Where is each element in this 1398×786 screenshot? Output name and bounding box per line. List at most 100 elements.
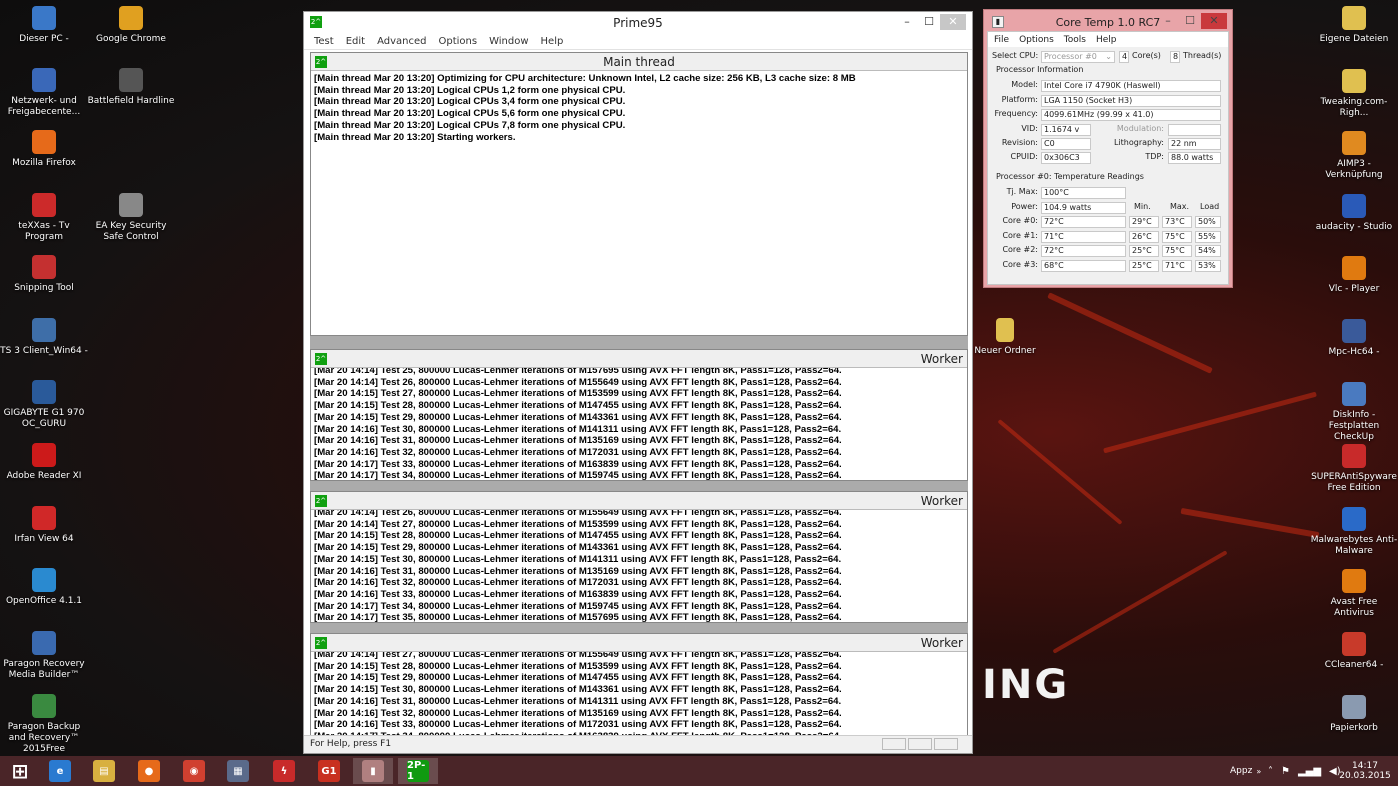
log-line: [Mar 20 14:15] Test 30, 800000 Lucas-Leh… [314,553,842,565]
menu-help[interactable]: Help [1096,35,1117,45]
desktop-icon[interactable]: Vlc - Player [1310,256,1398,295]
log-line: [Mar 20 14:16] Test 31, 800000 Lucas-Leh… [314,695,842,707]
platform-value: LGA 1150 (Socket H3) [1041,95,1221,107]
desktop-icon[interactable]: Paragon Backup and Recovery™ 2015Free [0,694,88,755]
worker-titlebar[interactable]: 2^ Worker [311,634,967,652]
menu-options[interactable]: Options [438,36,477,47]
prime95-taskbar[interactable]: 2P-1 [398,758,438,784]
worker-window-1[interactable]: 2^ Worker [Mar 20 14:14] Test 25, 800000… [310,349,968,481]
log-line: [Mar 20 14:16] Test 33, 800000 Lucas-Leh… [314,719,842,731]
desktop-icon[interactable]: EA Key Security Safe Control [87,193,175,243]
firefox-taskbar[interactable]: ● [129,758,169,784]
pdf-icon [32,443,56,467]
start-button[interactable]: ⊞ [0,758,40,784]
coretemp-window[interactable]: ▮ Core Temp 1.0 RC7 – ☐ ✕ File Options Too… [983,9,1233,288]
gigabyte-taskbar[interactable]: G1 [309,758,349,784]
explorer-taskbar[interactable]: ▤ [84,758,124,784]
min-column-header: Min. [1134,202,1151,211]
chevron-up-icon[interactable]: ˄ [1268,766,1273,777]
desktop-icon[interactable]: audacity - Studio [1310,193,1398,233]
desktop-icon[interactable]: teXXas - Tv Program [0,193,88,243]
coretemp-titlebar[interactable]: ▮ Core Temp 1.0 RC7 – ☐ ✕ [987,13,1229,31]
log-line: [Mar 20 14:14] Test 27, 800000 Lucas-Leh… [314,518,842,530]
menu-test[interactable]: Test [314,36,334,47]
desktop-icon[interactable]: CCleaner64 - [1310,632,1398,671]
main-thread-log[interactable]: [Main thread Mar 20 13:20] Optimizing fo… [311,71,967,143]
game-icon [119,68,143,92]
desktop-icon[interactable]: Mpc-Hc64 - [1310,319,1398,358]
menu-file[interactable]: File [994,35,1009,45]
worker-log[interactable]: [Mar 20 14:14] Test 26, 800000 Lucas-Leh… [311,505,967,622]
menu-options[interactable]: Options [1019,35,1054,45]
menu-help[interactable]: Help [541,36,564,47]
log-line: [Main thread Mar 20 13:20] Starting work… [314,131,516,143]
desktop-icon[interactable]: Dieser PC - [0,6,88,45]
main-thread-window[interactable]: 2^ Main thread [Main thread Mar 20 13:20… [310,52,968,336]
menu-edit[interactable]: Edit [346,36,365,47]
desktop-icon[interactable]: DiskInfo - Festplatten CheckUp [1310,381,1398,443]
temperature-header: Processor #0: Temperature Readings [996,172,1144,181]
network-taskbar[interactable]: ▦ [218,758,258,784]
worker-window-3[interactable]: 2^ Worker [Mar 20 14:14] Test 27, 800000… [310,633,968,745]
desktop-icon[interactable]: AIMP3 - Verknüpfung [1310,131,1398,181]
desktop-icon[interactable]: Tweaking.com-Righ... [1310,68,1398,119]
main-thread-titlebar[interactable]: 2^ Main thread [311,53,967,71]
close-button[interactable]: ✕ [940,14,966,30]
worker-log[interactable]: [Mar 20 14:14] Test 27, 800000 Lucas-Leh… [311,647,967,743]
desktop-icon[interactable]: Malwarebytes Anti-Malware [1310,506,1398,557]
network-icon[interactable]: ▂▄▆ [1298,766,1321,777]
aimp-icon [1342,131,1366,156]
core-load: 54% [1195,245,1221,257]
desktop-icon[interactable]: GIGABYTE G1 970 OC_GURU [0,380,88,430]
desktop-icon[interactable]: Mozilla Firefox [0,130,88,169]
desktop-icon[interactable]: Papierkorb [1310,694,1398,734]
worker-log[interactable]: [Mar 20 14:14] Test 25, 800000 Lucas-Leh… [311,363,967,480]
desktop-icon[interactable]: TS 3 Client_Win64 - [0,318,88,357]
menu-window[interactable]: Window [489,36,528,47]
desktop-icon[interactable]: Battlefield Hardline [87,68,175,107]
menu-advanced[interactable]: Advanced [377,36,426,47]
core-temp: 71°C [1041,230,1126,243]
worker-titlebar[interactable]: 2^ Worker [311,492,967,510]
prime95-window[interactable]: 2^ Prime95 – ☐ ✕ Test Edit Advanced Options… [303,11,973,754]
desktop-icon[interactable]: Irfan View 64 [0,506,88,545]
worker-window-2[interactable]: 2^ Worker [Mar 20 14:14] Test 26, 800000… [310,491,968,623]
chevron-down-icon: ⌄ [1105,52,1112,61]
cpuid-value: 0x306C3 [1041,152,1091,164]
coretemp-taskbar[interactable]: ▮ [353,758,393,784]
prime95-titlebar[interactable]: 2^ Prime95 – ☐ ✕ [304,12,972,33]
core-load: 50% [1195,216,1221,228]
desktop-icon[interactable]: Google Chrome [87,6,175,45]
desktop-icon[interactable]: OpenOffice 4.1.1 [0,568,88,607]
windows-icon: ⊞ [11,759,29,783]
desktop-icon[interactable]: Adobe Reader XI [0,443,88,482]
select-cpu-dropdown[interactable]: Processor #0 ⌄ [1041,51,1115,63]
worker-title: Worker [920,351,963,366]
log-line: [Mar 20 14:16] Test 31, 800000 Lucas-Leh… [314,435,842,447]
minimize-button[interactable]: – [1157,13,1179,29]
minimize-button[interactable]: – [896,14,918,30]
worker-titlebar[interactable]: 2^ Worker [311,350,967,368]
maximize-button[interactable]: ☐ [918,14,940,30]
chrome-taskbar[interactable]: ◉ [174,758,214,784]
desktop-icon[interactable]: Snipping Tool [0,255,88,294]
tray-toolbar-label[interactable]: Appz» [1230,756,1261,786]
desktop-icon[interactable]: Avast Free Antivirus [1310,569,1398,619]
desktop-icon-label: Mozilla Firefox [12,158,76,168]
ie-taskbar[interactable]: e [40,758,80,784]
flag-icon[interactable]: ⚑ [1281,766,1290,777]
desktop-icon-label: audacity - Studio [1315,221,1393,232]
maximize-button[interactable]: ☐ [1179,13,1201,29]
folder-icon: ▤ [93,760,115,782]
desktop-icon[interactable]: SUPERAntiSpyware Free Edition [1310,444,1398,494]
desktop-icon[interactable]: Eigene Dateien [1310,6,1398,45]
desktop-icon-neuer-ordner[interactable]: Neuer Ordner [961,318,1049,357]
desktop-icon[interactable]: Netzwerk- und Freigabecente... [0,68,88,118]
menu-tools[interactable]: Tools [1064,35,1086,45]
close-button[interactable]: ✕ [1201,13,1227,29]
clock[interactable]: 14:17 20.03.2015 [1339,756,1391,786]
flash-taskbar[interactable]: ϟ [264,758,304,784]
desktop-icon[interactable]: Paragon Recovery Media Builder™ [0,631,88,681]
log-line: [Mar 20 14:16] Test 33, 800000 Lucas-Leh… [314,588,842,600]
log-line: [Mar 20 14:15] Test 29, 800000 Lucas-Leh… [314,672,842,684]
